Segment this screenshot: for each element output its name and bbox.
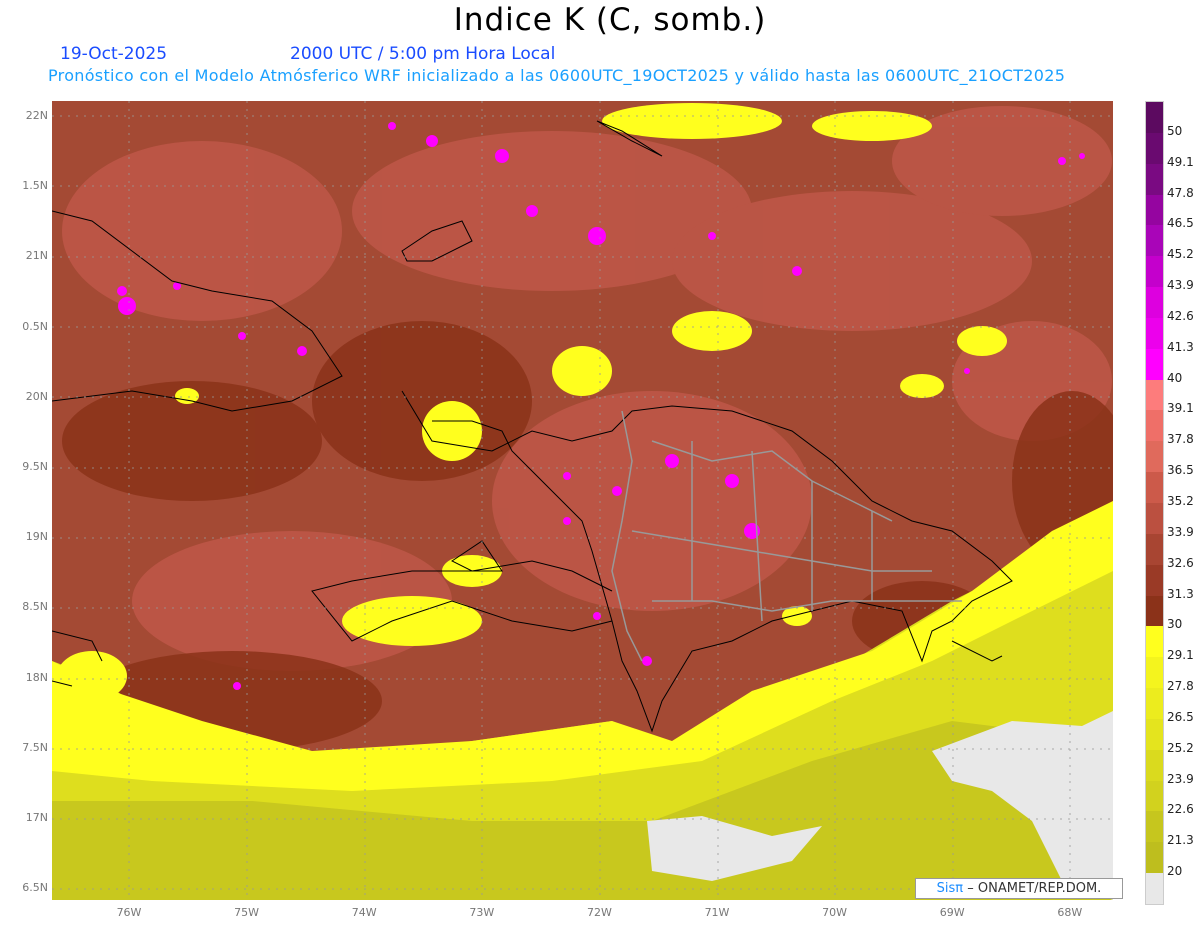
legend-label: 46.5: [1167, 216, 1194, 231]
latitude-label: 20N: [25, 389, 48, 403]
forecast-date: 19-Oct-2025: [60, 44, 168, 64]
legend-label: 25.2: [1167, 740, 1194, 755]
legend-label: 21.3: [1167, 833, 1194, 848]
longitude-label: 68W: [1057, 906, 1083, 919]
legend-label: 43.9: [1167, 278, 1194, 293]
legend-color-bin: [1146, 287, 1163, 319]
legend-color-bin: [1146, 194, 1163, 226]
legend-color-bin: [1146, 626, 1163, 658]
legend-label: 20: [1167, 864, 1183, 879]
longitude-label: 71W: [704, 906, 730, 919]
longitude-label: 69W: [939, 906, 965, 919]
legend-color-bin: [1146, 688, 1163, 720]
latitude-label: 0.5N: [22, 319, 48, 333]
legend-label: 26.5: [1167, 709, 1194, 724]
legend-label: 41.3: [1167, 339, 1194, 354]
legend-label: 37.8: [1167, 432, 1194, 447]
latitude-label: 22N: [25, 109, 48, 122]
legend-label: 50: [1167, 123, 1183, 138]
legend-label: 36.5: [1167, 463, 1194, 478]
legend-color-bin: [1146, 410, 1163, 442]
legend-color-bin: [1146, 379, 1163, 411]
latitude-label: 21N: [25, 249, 48, 263]
legend-label: 32.6: [1167, 555, 1194, 570]
legend-label: 35.2: [1167, 494, 1194, 508]
latitude-label: 9.5N: [22, 460, 48, 473]
legend-color-bin: [1146, 472, 1163, 504]
legend-color-bin: [1146, 811, 1163, 843]
legend-color-bin: [1146, 873, 1163, 905]
legend-label: 30: [1167, 617, 1183, 632]
latitude-label: 19N: [25, 530, 48, 544]
latitude-label: 6.5N: [22, 881, 48, 895]
legend-color-bin: [1146, 564, 1163, 597]
legend-color-bin: [1146, 317, 1163, 350]
latitude-label: 18N: [25, 670, 48, 684]
latitude-label: 7.5N: [22, 740, 48, 754]
longitude-label: 72W: [586, 906, 612, 919]
legend-label: 49.1: [1167, 154, 1194, 169]
forecast-time: 2000 UTC / 5:00 pm Hora Local: [290, 44, 556, 64]
legend-label: 40: [1167, 370, 1183, 385]
longitude-label: 76W: [116, 906, 142, 919]
longitude-label: 75W: [234, 906, 260, 919]
legend-color-bin: [1146, 132, 1163, 165]
longitude-label: 73W: [469, 906, 495, 919]
color-scale-legend: [1145, 101, 1164, 905]
legend-color-bin: [1146, 718, 1163, 751]
legend-label: 39.1: [1167, 401, 1194, 416]
k-index-map: [52, 101, 1113, 900]
legend-label: 27.8: [1167, 679, 1194, 694]
legend-color-bin: [1146, 441, 1163, 473]
legend-color-bin: [1146, 163, 1163, 196]
legend-color-bin: [1146, 780, 1163, 812]
legend-label: 31.3: [1167, 586, 1194, 601]
legend-color-bin: [1146, 348, 1163, 381]
latitude-label: 17N: [25, 811, 48, 824]
legend-label: 23.9: [1167, 771, 1194, 786]
legend-color-bin: [1146, 225, 1163, 257]
legend-label: 42.6: [1167, 308, 1194, 323]
legend-color-bin: [1146, 595, 1163, 627]
map-title: Indice K (C, somb.): [453, 2, 767, 38]
legend-label: 22.6: [1167, 802, 1194, 817]
legend-color-bin: [1146, 533, 1163, 566]
legend-color-bin: [1146, 102, 1163, 134]
latitude-label: 1.5N: [22, 179, 48, 193]
legend-color-bin: [1146, 842, 1163, 874]
forecast-subtitle: Pronóstico con el Modelo Atmósferico WRF…: [48, 66, 1066, 85]
legend-color-bin: [1146, 749, 1163, 782]
sispi-logo: Sisπ: [936, 881, 964, 896]
credit-org: – ONAMET/REP.DOM.: [967, 881, 1102, 896]
legend-label: 33.9: [1167, 524, 1194, 539]
legend-color-bin: [1146, 503, 1163, 535]
legend-color-bin: [1146, 256, 1163, 288]
longitude-label: 70W: [822, 906, 848, 919]
legend-label: 45.2: [1167, 247, 1194, 262]
longitude-label: 74W: [351, 906, 377, 919]
legend-color-bin: [1146, 657, 1163, 689]
legend-label: 29.1: [1167, 648, 1194, 663]
latitude-label: 8.5N: [22, 600, 48, 614]
credit-box: Sisπ – ONAMET/REP.DOM.: [915, 878, 1123, 899]
legend-label: 47.8: [1167, 185, 1194, 200]
